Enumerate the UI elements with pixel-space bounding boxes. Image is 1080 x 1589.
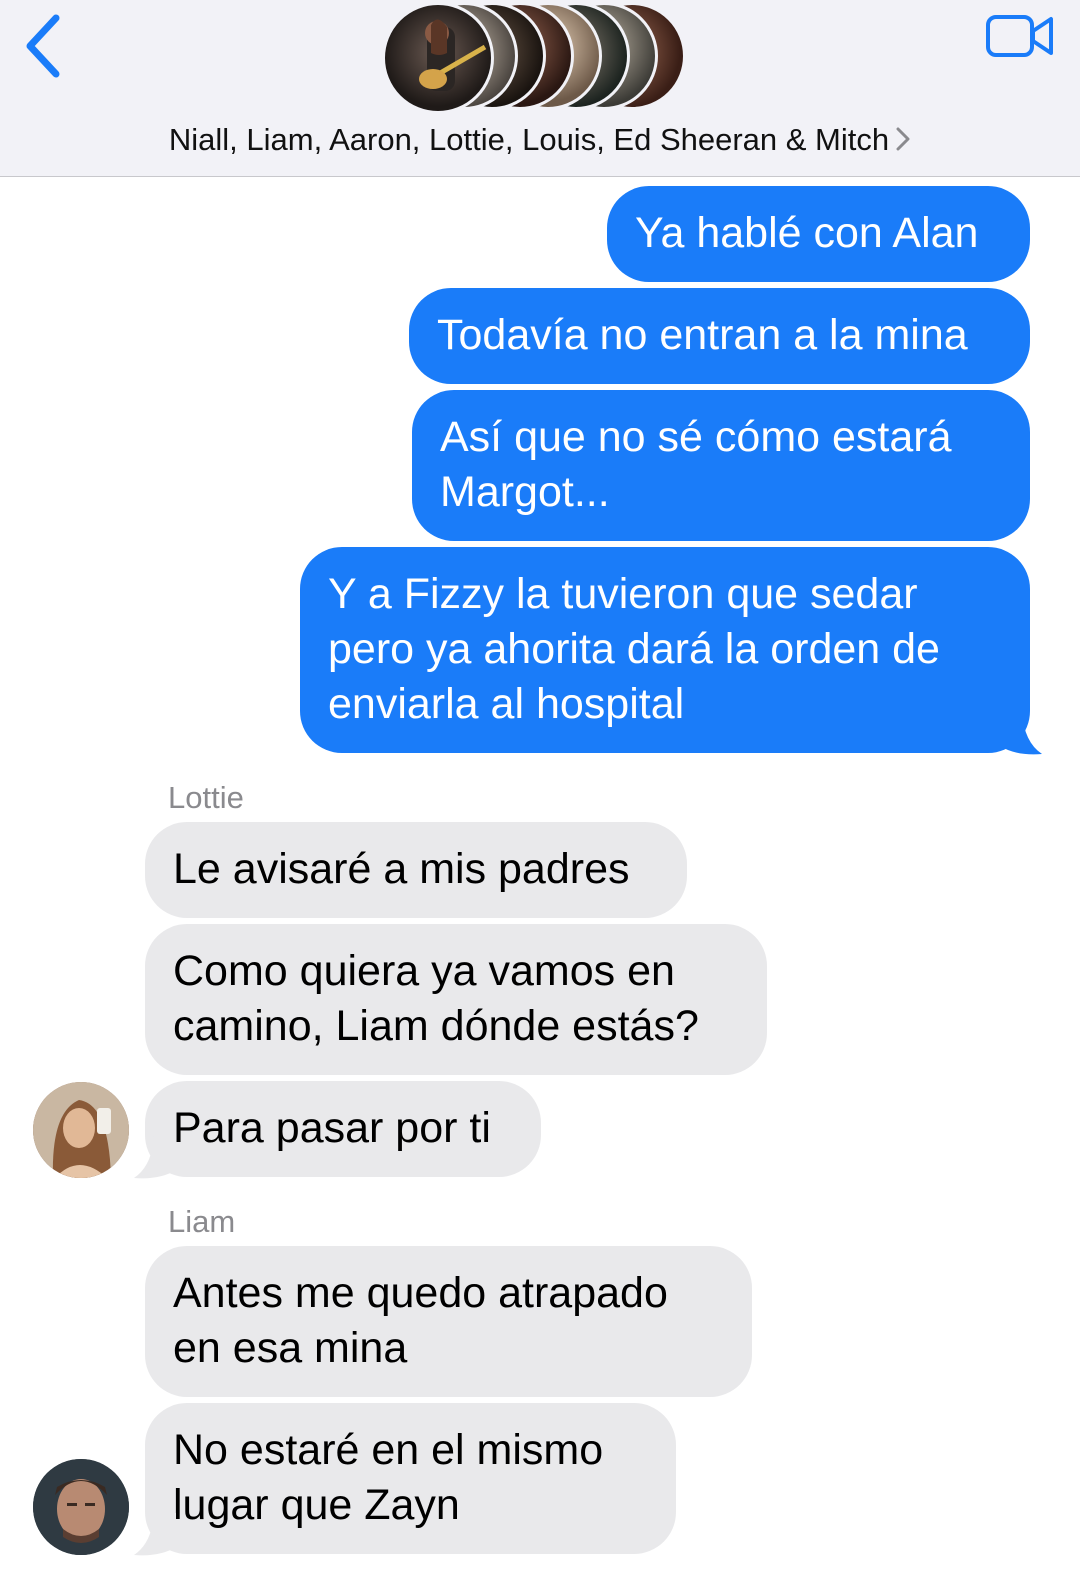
sender-name: Lottie — [168, 780, 244, 815]
chat-screen: Niall, Liam, Aaron, Lottie, Louis, Ed Sh… — [0, 0, 1080, 1589]
group-name[interactable]: Niall, Liam, Aaron, Lottie, Louis, Ed Sh… — [0, 122, 1080, 160]
video-call-button[interactable] — [985, 10, 1057, 60]
conversation-header: Niall, Liam, Aaron, Lottie, Louis, Ed Sh… — [0, 0, 1080, 177]
group-avatar-stack[interactable] — [382, 2, 702, 114]
outgoing-message[interactable]: Así que no sé cómo estará Margot... — [412, 390, 1030, 541]
liam-avatar[interactable] — [33, 1459, 129, 1555]
liam-photo — [33, 1459, 129, 1555]
bubble-tail — [134, 1136, 176, 1179]
group-name-text: Niall, Liam, Aaron, Lottie, Louis, Ed Sh… — [168, 122, 890, 157]
bubble-tail — [134, 1513, 176, 1556]
chevron-right-icon — [895, 124, 911, 160]
group-member-avatar — [382, 2, 494, 114]
bubble-tail — [1000, 712, 1042, 755]
incoming-message[interactable]: Antes me quedo atrapado en esa mina — [145, 1246, 752, 1397]
chevron-left-icon — [26, 14, 60, 78]
incoming-message[interactable]: No estaré en el mismo lugar que Zayn — [145, 1403, 676, 1554]
video-camera-icon — [986, 15, 1053, 57]
incoming-message[interactable]: Para pasar por ti — [145, 1081, 541, 1177]
outgoing-message[interactable]: Todavía no entran a la mina — [409, 288, 1030, 384]
sender-name: Liam — [168, 1204, 236, 1239]
lottie-photo — [33, 1082, 129, 1178]
outgoing-message[interactable]: Y a Fizzy la tuvieron que sedar pero ya … — [300, 547, 1030, 753]
lottie-avatar[interactable] — [33, 1082, 129, 1178]
incoming-message[interactable]: Le avisaré a mis padres — [145, 822, 687, 918]
back-button[interactable] — [18, 8, 78, 78]
incoming-message[interactable]: Como quiera ya vamos en camino, Liam dón… — [145, 924, 767, 1075]
outgoing-message[interactable]: Ya hablé con Alan — [607, 186, 1030, 282]
